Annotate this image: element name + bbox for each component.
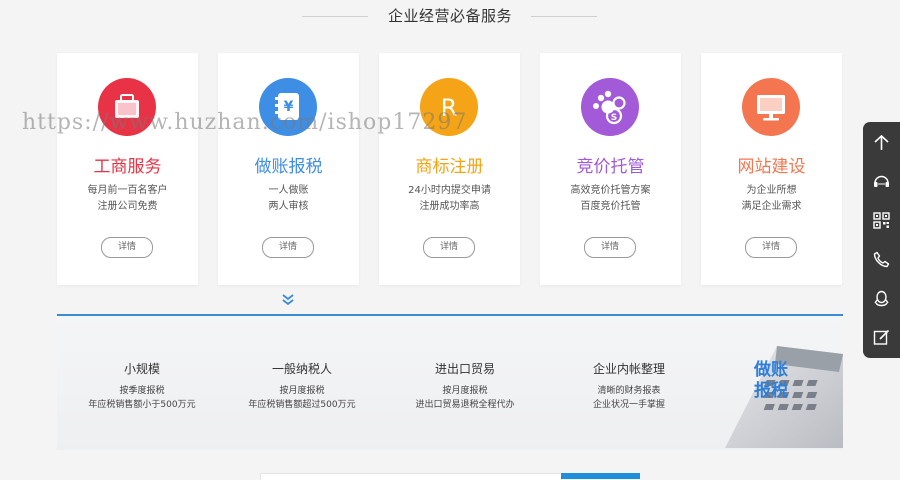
service-cards: 工商服务 每月前一百名客户 注册公司免费 详情 ¥ 做账报税 一人做账 两人审核… xyxy=(57,53,843,285)
card-desc-line1: 为企业所想 xyxy=(746,185,797,196)
headset-icon xyxy=(874,175,889,187)
service-card-website[interactable]: 网站建设 为企业所想 满足企业需求 详情 xyxy=(701,53,842,285)
column-line2: 年应税销售额超过500万元 xyxy=(248,400,356,410)
card-title: 竞价托管 xyxy=(576,157,645,177)
column-line2: 企业状况一手掌握 xyxy=(592,400,665,410)
card-desc-line2: 百度竞价托管 xyxy=(580,201,641,212)
card-title: 商标注册 xyxy=(415,157,484,177)
svg-text:¥: ¥ xyxy=(284,99,294,115)
svg-text:S: S xyxy=(611,113,617,123)
accounting-detail-panel: 小规模 按季度报税 年应税销售额小于500万元 一般纳税人 按月度报税 年应税销… xyxy=(57,314,843,450)
floating-toolbar xyxy=(863,122,900,358)
column-line2: 进出口贸易退税全程代办 xyxy=(415,400,515,410)
edit-icon xyxy=(873,329,890,345)
column-line1: 按月度报税 xyxy=(279,386,325,396)
baidu-paw-icon: S xyxy=(581,78,639,136)
column-heading: 小规模 xyxy=(123,362,160,376)
card-title: 做账报税 xyxy=(254,157,323,177)
card-title: 网站建设 xyxy=(737,157,806,177)
card-desc-line1: 高效竞价托管方案 xyxy=(570,185,651,196)
column-heading: 进出口贸易 xyxy=(434,362,495,376)
header-divider-right xyxy=(531,16,597,17)
feedback-button[interactable] xyxy=(863,318,900,357)
monitor-icon xyxy=(742,78,800,136)
column-line2: 年应税销售额小于500万元 xyxy=(88,400,196,410)
card-desc-line2: 两人审核 xyxy=(268,201,309,212)
card-desc-line1: 一人做账 xyxy=(268,185,309,196)
phone-icon xyxy=(873,251,890,268)
phone-button[interactable] xyxy=(863,240,900,279)
qrcode-button[interactable] xyxy=(863,201,900,240)
card-desc-line1: 每月前一百名客户 xyxy=(87,185,168,196)
column-line1: 按月度报税 xyxy=(442,386,488,396)
details-button[interactable]: 详情 xyxy=(101,237,153,258)
service-card-bidding[interactable]: S 竞价托管 高效竞价托管方案 百度竞价托管 详情 xyxy=(540,53,681,285)
details-button[interactable]: 详情 xyxy=(262,237,314,258)
bottom-submit-button[interactable] xyxy=(561,473,640,479)
section-header: 企业经营必备服务 xyxy=(0,0,900,32)
column-line1: 按季度报税 xyxy=(119,386,165,396)
arrow-up-icon xyxy=(874,134,889,150)
card-desc-line2: 注册成功率高 xyxy=(419,201,480,212)
qq-icon xyxy=(874,290,889,307)
card-title: 工商服务 xyxy=(93,157,162,177)
service-card-accounting[interactable]: ¥ 做账报税 一人做账 两人审核 详情 xyxy=(218,53,359,285)
calculator-image-text: 做账报税 xyxy=(754,360,788,401)
details-button[interactable]: 详情 xyxy=(584,237,636,258)
svg-text:R: R xyxy=(441,94,458,122)
details-button[interactable]: 详情 xyxy=(423,237,475,258)
briefcase-icon xyxy=(98,78,156,136)
column-line1: 清晰的财务报表 xyxy=(597,386,661,396)
qrcode-icon xyxy=(873,212,890,229)
card-desc-line2: 注册公司免费 xyxy=(97,201,158,212)
service-card-business[interactable]: 工商服务 每月前一百名客户 注册公司免费 详情 xyxy=(57,53,198,285)
column-heading: 企业内帐整理 xyxy=(592,362,665,376)
back-to-top-button[interactable] xyxy=(863,123,900,162)
section-title: 企业经营必备服务 xyxy=(387,7,512,25)
column-heading: 一般纳税人 xyxy=(271,362,332,376)
details-button[interactable]: 详情 xyxy=(745,237,797,258)
registered-icon: R xyxy=(420,78,478,136)
service-card-trademark[interactable]: R 商标注册 24小时内提交申请 注册成功率高 详情 xyxy=(379,53,520,285)
ledger-icon: ¥ xyxy=(259,78,317,136)
card-desc-line1: 24小时内提交申请 xyxy=(408,185,491,196)
qq-button[interactable] xyxy=(863,279,900,318)
double-chevron-down-icon[interactable] xyxy=(281,292,295,311)
customer-service-button[interactable] xyxy=(863,162,900,201)
card-desc-line2: 满足企业需求 xyxy=(741,201,802,212)
